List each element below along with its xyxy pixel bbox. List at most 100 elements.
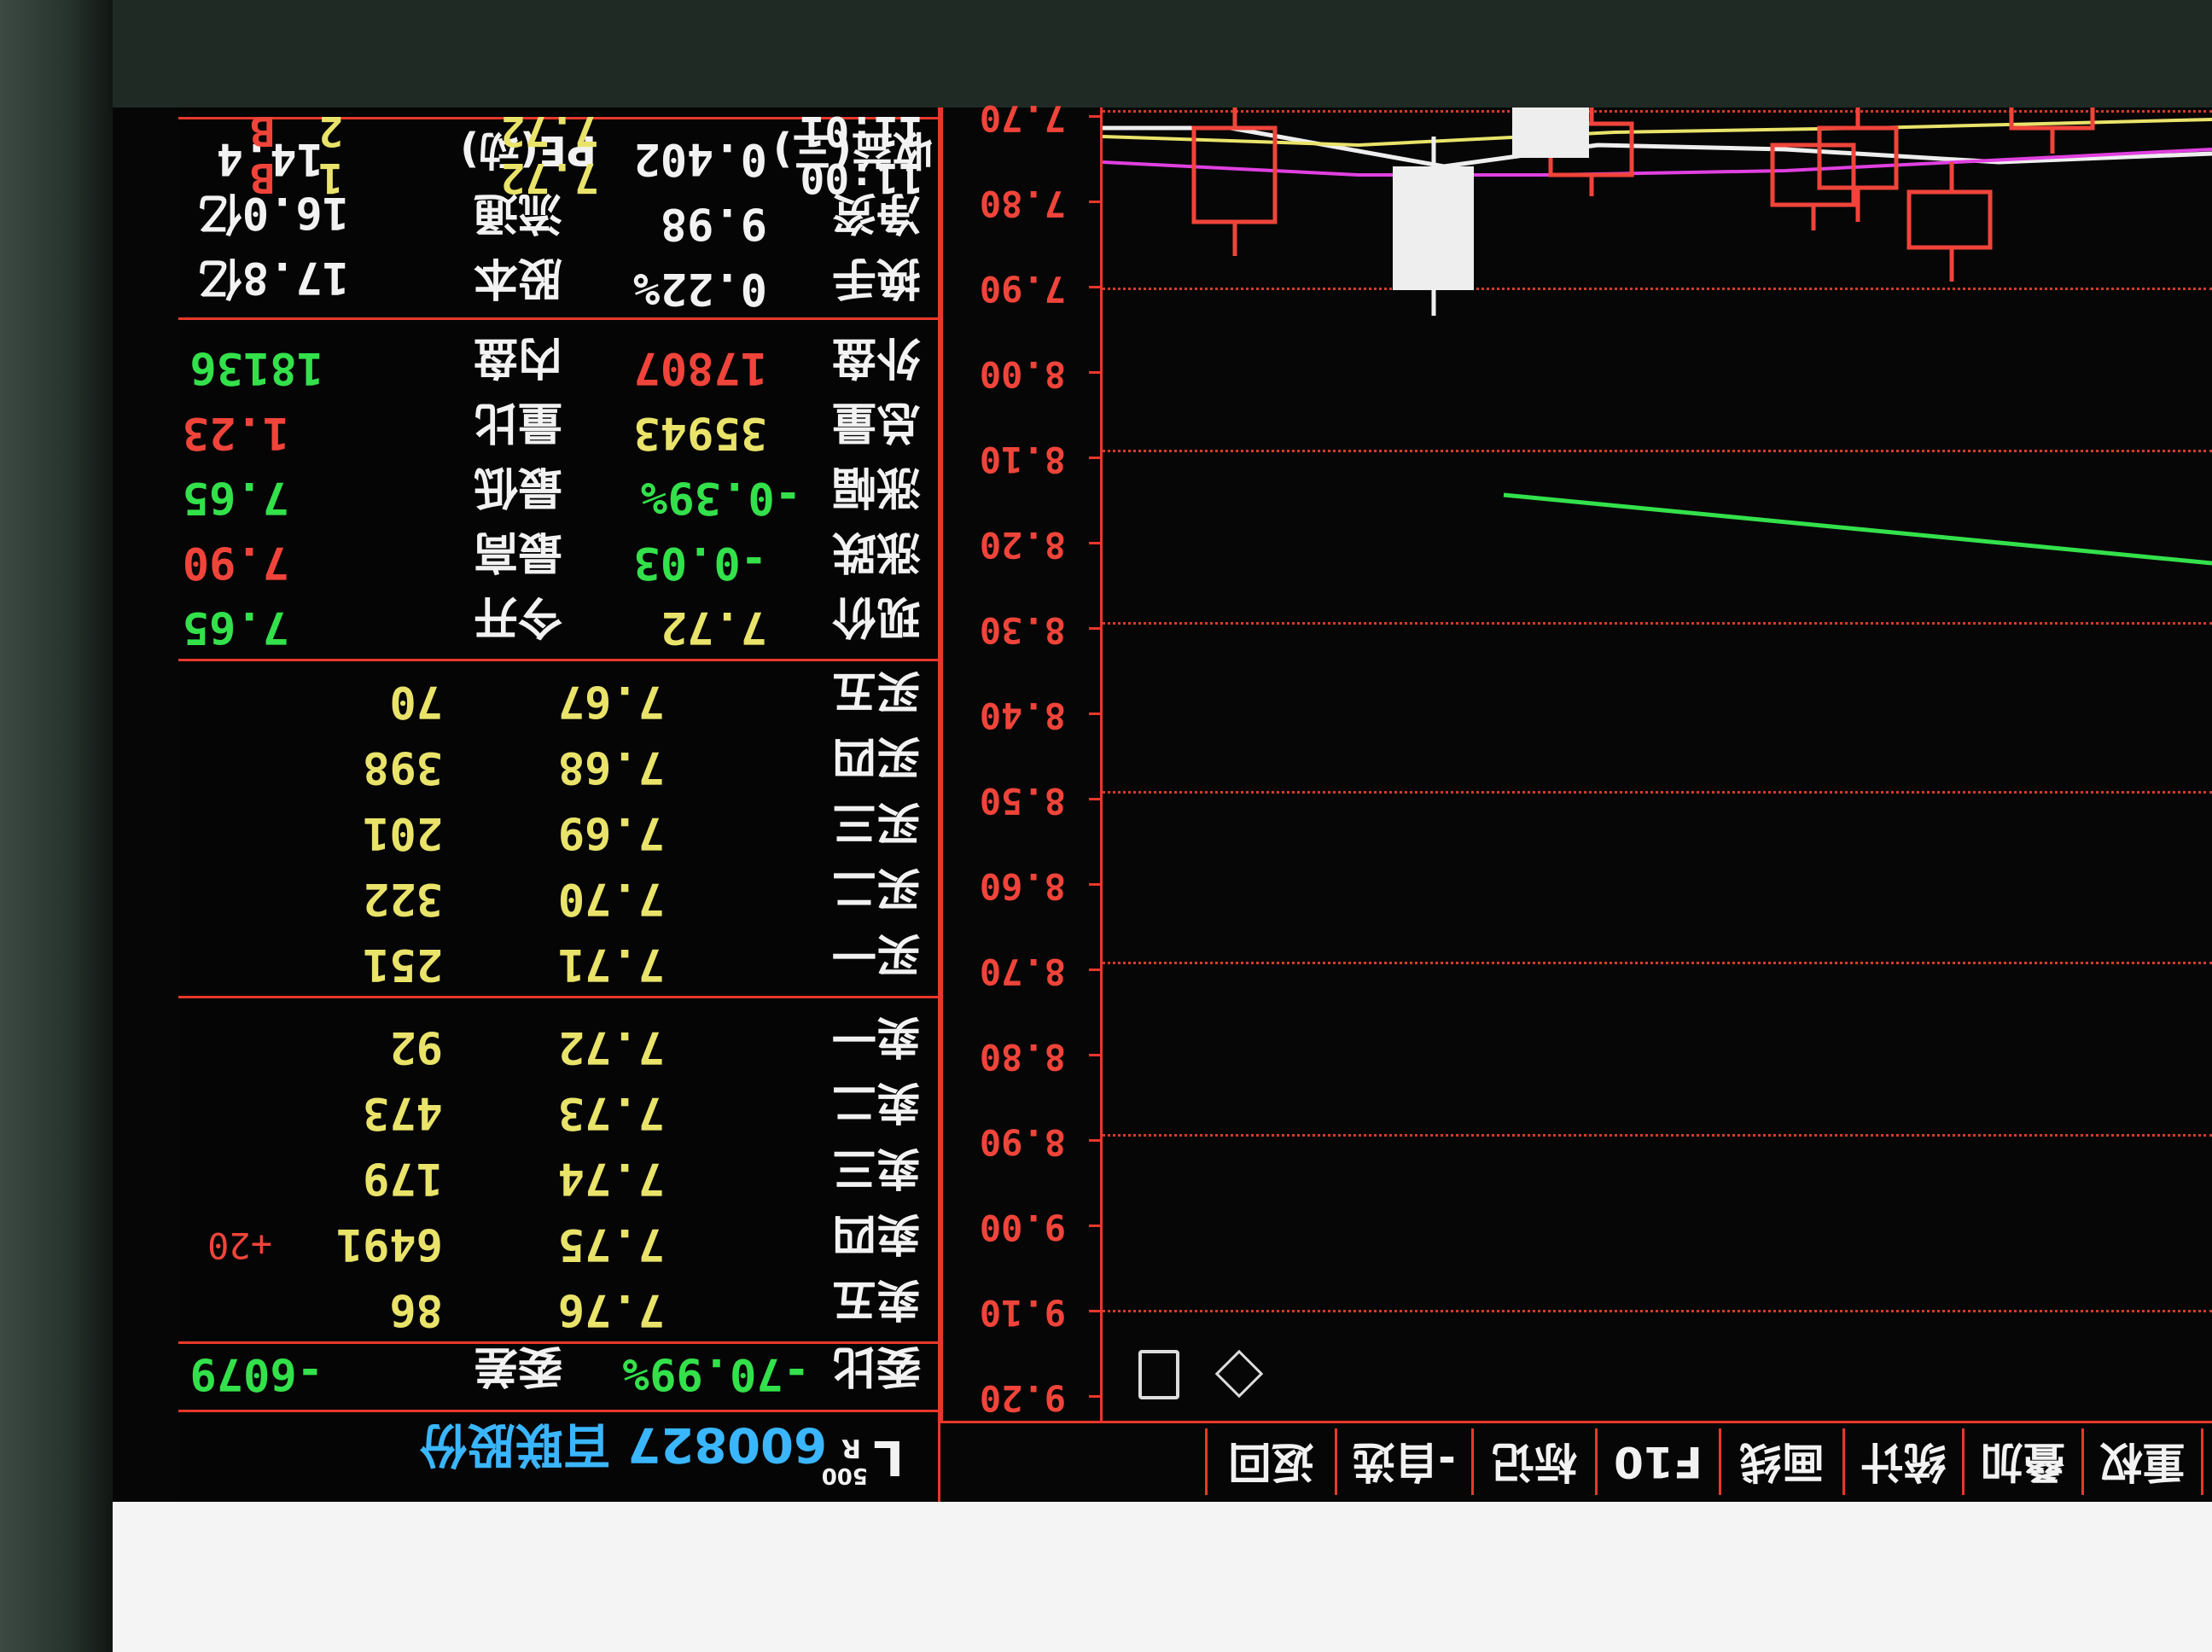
- kline-chart[interactable]: 重权 叠加 统计 画线 F10 标记 -自选 返回 9.20 9.10 9.00 8.…: [940, 97, 2212, 1502]
- sell-row[interactable]: 卖三 7.74 179: [178, 1140, 938, 1204]
- stat-value: 7.65: [182, 602, 289, 653]
- stat-value: 35943: [633, 407, 767, 458]
- ma-line-green: [1503, 492, 2212, 566]
- stat-value: 7.65: [182, 472, 289, 523]
- buy-row[interactable]: 买五 7.67 70: [178, 663, 938, 727]
- divider: [178, 996, 938, 998]
- stat-value: -0.39%: [641, 472, 801, 523]
- sell-price: 7.72: [557, 1021, 665, 1073]
- price-axis-tick-mark: [1089, 457, 1103, 459]
- market-sup: 500: [821, 1463, 868, 1488]
- price-axis-tick-mark: [1089, 115, 1103, 118]
- sell-level-label: 卖一: [831, 1010, 921, 1062]
- market-prefix: L: [873, 1429, 904, 1485]
- sell-level-label: 卖五: [831, 1273, 921, 1324]
- divider: [178, 1341, 938, 1344]
- stats-row: 总量 35943 量比 1.23: [178, 393, 938, 458]
- stat-label: 最低: [473, 461, 562, 512]
- price-axis-tick-mark: [1089, 1054, 1103, 1056]
- buy-row[interactable]: 买三 7.69 201: [178, 794, 938, 858]
- price-axis-tick-mark: [1089, 883, 1103, 886]
- buy-row[interactable]: 买一 7.71 251: [178, 926, 938, 990]
- sell-price: 7.74: [557, 1153, 665, 1204]
- stat-label: 涨幅: [831, 461, 921, 512]
- stock-header: L R 500 600827 百联股份: [178, 1412, 921, 1493]
- candle-up: [1906, 189, 1993, 250]
- divider: [178, 317, 938, 320]
- price-axis-tick: 9.00: [979, 1207, 1066, 1248]
- trade-side: B: [250, 107, 275, 154]
- stat-value: -0.03: [633, 537, 767, 588]
- sell-volume: 179: [363, 1153, 443, 1204]
- trade-row: 11:00 7.72 1 B: [181, 154, 940, 201]
- price-axis-tick-mark: [1089, 798, 1103, 800]
- trade-time: 11:01: [800, 107, 924, 154]
- sell-row[interactable]: 卖五 7.76 86: [178, 1271, 938, 1335]
- monitor-side: [0, 0, 113, 1652]
- price-axis-tick: 9.10: [979, 1292, 1066, 1334]
- price-axis-tick-mark: [1089, 542, 1103, 544]
- divider: [178, 659, 938, 661]
- sell-volume-change: +20: [207, 1224, 272, 1266]
- buy-level-label: 买三: [831, 796, 921, 847]
- trade-price: 7.72: [500, 107, 599, 154]
- divider: [178, 1410, 938, 1412]
- committee-ratio-value: -70.99%: [622, 1348, 810, 1399]
- buy-level-label: 买二: [831, 862, 921, 913]
- price-axis-tick: 8.40: [979, 695, 1066, 736]
- buy-price: 7.70: [557, 873, 665, 924]
- ma-line-white: [1103, 125, 2212, 169]
- buy-volume: 251: [363, 939, 443, 990]
- sell-volume: 6491: [335, 1219, 443, 1270]
- sell-level-label: 卖二: [831, 1076, 921, 1127]
- sell-row[interactable]: 卖四 7.75 6491 +20: [178, 1206, 938, 1270]
- buy-price: 7.71: [557, 939, 665, 990]
- stat-value: 1.23: [182, 407, 289, 458]
- stat-label: 现价: [831, 590, 921, 642]
- sell-level-label: 卖四: [831, 1207, 921, 1259]
- quote-panel: L R 500 600827 百联股份 委比 -70.99% 委差 -6079 …: [178, 108, 940, 1502]
- sell-level-label: 卖三: [831, 1142, 921, 1193]
- sell-price: 7.76: [557, 1284, 665, 1335]
- committee-ratio-label: 委比: [831, 1340, 921, 1391]
- sell-price: 7.73: [557, 1087, 665, 1138]
- chart-canvas: [1103, 108, 2212, 566]
- tick-trades: [178, 13, 938, 115]
- buy-row[interactable]: 买二 7.70 322: [178, 860, 938, 924]
- buy-volume: 201: [363, 807, 443, 858]
- stat-label: 内盘: [473, 331, 562, 382]
- committee-diff-label: 委差: [473, 1340, 562, 1391]
- sell-volume: 86: [389, 1284, 443, 1335]
- price-axis-tick: 8.30: [979, 609, 1066, 651]
- price-axis-tick-mark: [1089, 371, 1103, 374]
- price-axis-tick-mark: [1089, 713, 1103, 715]
- trade-price: 7.72: [500, 154, 599, 201]
- price-axis-tick: 8.80: [979, 1036, 1066, 1078]
- sell-volume: 92: [389, 1021, 443, 1073]
- monitor-bezel: [113, 1502, 2212, 1652]
- buy-price: 7.69: [557, 807, 665, 858]
- price-axis-tick: 8.50: [979, 780, 1066, 822]
- market-tag: R: [841, 1433, 861, 1463]
- buy-price: 7.67: [557, 676, 665, 727]
- sell-row[interactable]: 卖一 7.72 92: [178, 1009, 938, 1073]
- stats-row: 外盘 17807 内盘 18136: [178, 329, 938, 393]
- buy-level-label: 买四: [831, 730, 921, 782]
- buy-row[interactable]: 买四 7.68 398: [178, 729, 938, 793]
- price-axis-tick-mark: [1089, 969, 1103, 971]
- stat-label: 外盘: [831, 331, 921, 382]
- stock-code-name[interactable]: 600827 百联股份: [420, 1414, 827, 1483]
- price-axis-tick-mark: [1089, 1139, 1103, 1142]
- trade-time: 11:00: [800, 154, 924, 201]
- buy-price: 7.68: [557, 742, 665, 793]
- sell-row[interactable]: 卖二 7.73 473: [178, 1074, 938, 1138]
- price-axis-tick: 8.20: [979, 524, 1066, 566]
- stat-label: 最高: [473, 526, 562, 577]
- trades-list: 11:00 7.72 1 B 11:01 7.72 2 B: [181, 107, 940, 201]
- price-axis-tick: 8.60: [979, 865, 1066, 907]
- price-axis: 9.20 9.10 9.00 8.90 8.80 8.70 8.60 8.50 8.40 8.30…: [940, 97, 1103, 1423]
- price-axis-tick: 7.80: [979, 183, 1066, 224]
- stat-label: 换手: [831, 252, 921, 303]
- candle-white: [1512, 108, 1589, 158]
- ma-line-yellow: [1103, 118, 2212, 148]
